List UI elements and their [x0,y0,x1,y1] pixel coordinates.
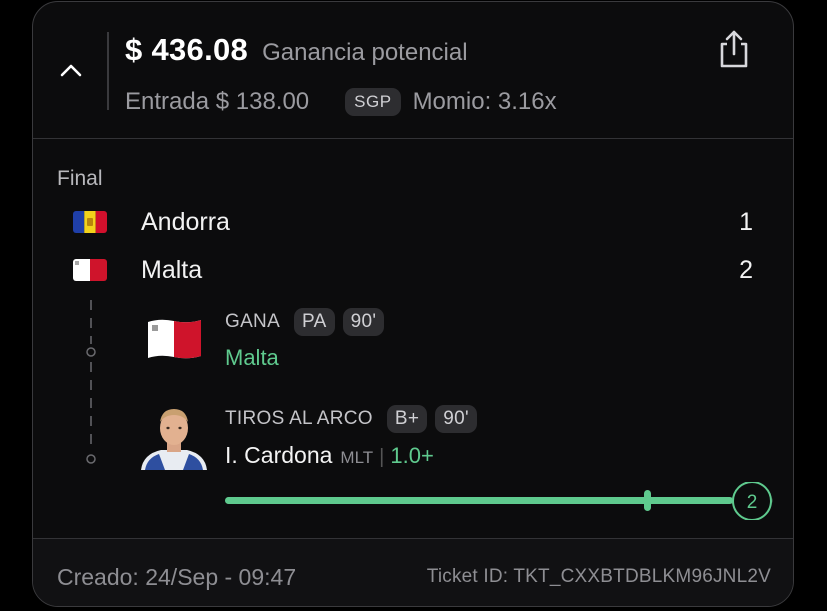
progress-value: 2 [747,492,758,513]
leg-chip: PA [294,308,335,336]
team-name: Malta [141,255,203,284]
leg-header: GANA PA 90' [225,308,385,336]
header-divider [107,32,109,110]
legs-timeline [86,300,96,464]
team-row-andorra: Andorra 1 [73,205,753,239]
team-name: Andorra [141,207,230,236]
player-name: I. Cardona [225,442,333,468]
entry-amount: Entrada $ 138.00 [125,88,310,115]
payout-label: Ganancia potencial [262,39,468,66]
separator: | [379,446,385,468]
odds-value: Momio: 3.16x [412,88,557,115]
share-icon [720,30,748,68]
malta-flag-icon [148,319,201,359]
player-team: MLT [340,448,374,467]
player-photo [139,404,209,470]
leg-selection: Malta [225,345,279,370]
ticket-id: Ticket ID: TKT_CXXBTDBLKM96JNL2V [426,566,771,587]
leg-chip: 90' [435,405,477,433]
sgp-badge: SGP [345,88,401,116]
match-status: Final [57,167,103,190]
malta-flag-icon [73,259,107,281]
leg-chip: B+ [386,405,428,433]
leg-type: GANA [225,311,281,332]
ticket-footer: Creado: 24/Sep - 09:47 Ticket ID: TKT_CX… [33,538,793,606]
andorra-flag-icon [73,211,107,233]
collapse-button[interactable] [53,52,89,88]
created-date: Creado: 24/Sep - 09:47 [57,564,297,590]
progress-fill [225,497,733,504]
leg-chip: 90' [342,308,385,336]
team-row-malta: Malta 2 [73,253,753,287]
share-button[interactable] [713,26,755,72]
ticket-meta: Entrada $ 138.00 SGP Momio: 3.16x [125,88,557,116]
payout-amount: $ 436.08 [125,32,249,67]
prop-line: 1.0+ [390,443,434,468]
player-line: I. Cardona MLT | 1.0+ [225,442,434,469]
progress-track: 2 [225,482,773,520]
chevron-up-icon [60,64,82,77]
progress-marker [644,490,651,511]
payout-line: $ 436.08 Ganancia potencial [125,32,468,68]
leg-type: TIROS AL ARCO [225,408,373,429]
ticket-header: $ 436.08 Ganancia potencial Entrada $ 13… [33,2,793,139]
ticket-card: $ 436.08 Ganancia potencial Entrada $ 13… [32,1,794,607]
team-score: 1 [739,207,753,236]
team-score: 2 [739,255,753,284]
leg-header: TIROS AL ARCO B+ 90' [225,405,477,433]
